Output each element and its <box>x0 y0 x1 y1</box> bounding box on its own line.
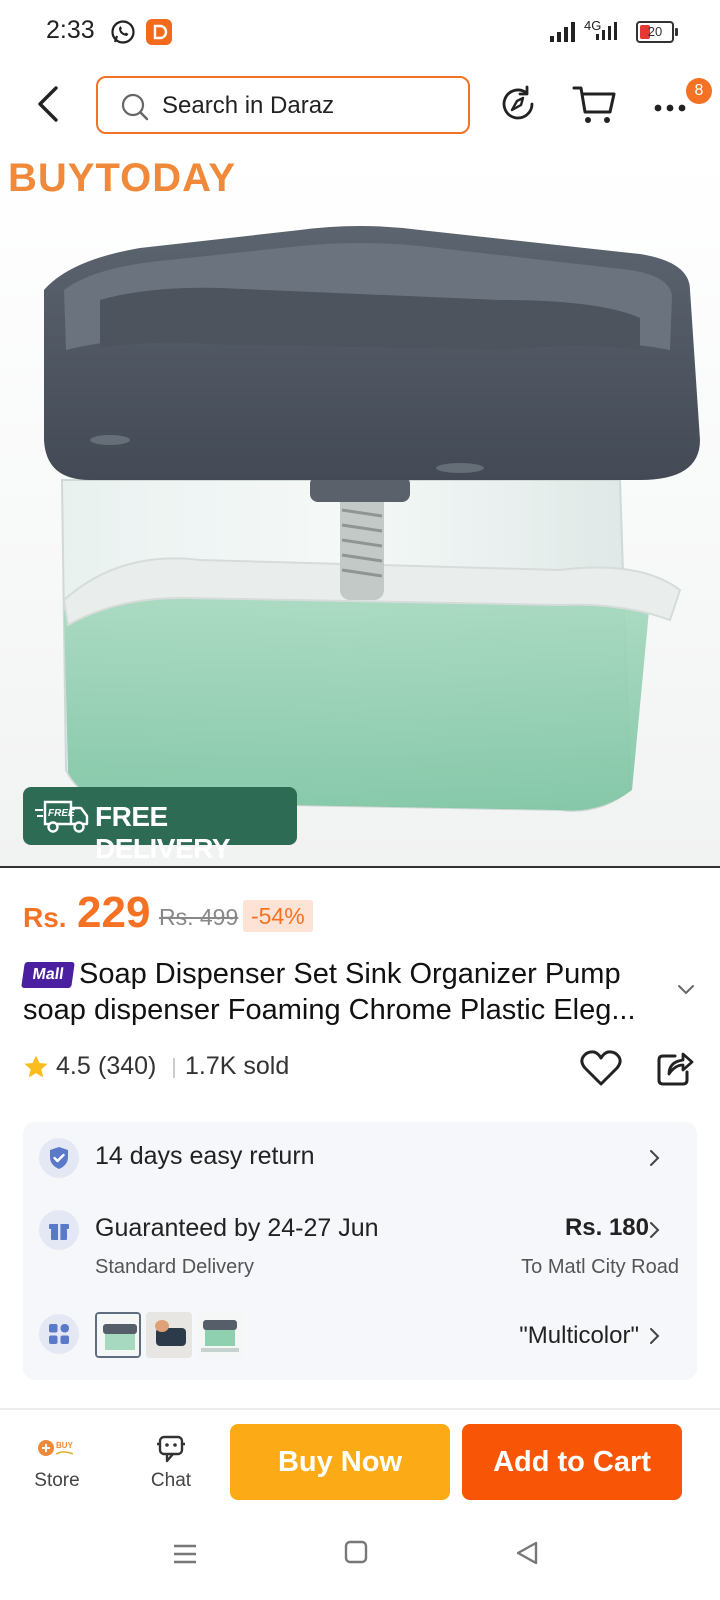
top-bar: 8 <box>0 72 720 136</box>
rating-value: 4.5 <box>56 1052 91 1080</box>
store-logo-text: BUY <box>56 1441 74 1450</box>
shipping-location: To Matl City Road <box>521 1256 679 1278</box>
price-currency: Rs. <box>23 902 67 933</box>
chevron-down-icon[interactable] <box>676 983 696 997</box>
network-4g-indicator: 4G <box>584 18 620 44</box>
delivery-row[interactable]: Guaranteed by 24-27 Jun Standard Deliver… <box>23 1194 697 1290</box>
truck-icon-text: FREE <box>48 808 75 819</box>
refresh-icon[interactable] <box>498 84 538 124</box>
mall-badge: Mall <box>21 962 75 988</box>
chevron-right-icon <box>650 1328 660 1344</box>
variants-icon <box>39 1314 79 1354</box>
back-arrow-icon[interactable] <box>30 82 70 126</box>
variant-selected: "Multicolor" <box>519 1322 639 1349</box>
notification-badge: 8 <box>686 78 712 104</box>
search-bar[interactable] <box>96 76 470 134</box>
cart-icon[interactable] <box>572 82 618 126</box>
star-icon <box>24 1055 48 1078</box>
review-count[interactable]: (340) <box>98 1052 156 1081</box>
delivery-guarantee: Guaranteed by 24-27 Jun <box>95 1214 379 1242</box>
search-icon <box>121 93 149 121</box>
return-policy-row[interactable]: 14 days easy return <box>23 1122 697 1194</box>
daraz-app-icon <box>146 19 172 45</box>
free-delivery-badge: FREE FREE DELIVERY <box>23 787 297 864</box>
home-icon[interactable] <box>344 1540 368 1564</box>
shipping-fee: Rs. 180 <box>564 1214 649 1241</box>
free-delivery-text: FREE DELIVERY <box>95 801 231 864</box>
nav-back-icon[interactable] <box>514 1540 540 1566</box>
product-image[interactable]: BUYTODAY FREE FREE DELIVERY <box>0 150 720 868</box>
variant-row[interactable]: "Multicolor" <box>23 1290 697 1380</box>
add-to-cart-button[interactable]: Add to Cart <box>462 1424 682 1500</box>
store-label: Store <box>34 1470 80 1491</box>
soap-dispenser-image <box>44 226 700 812</box>
rating-row: 4.5 (340) 1.7K sold <box>23 1050 703 1086</box>
price-current: 229 <box>77 888 151 937</box>
chevron-right-icon <box>650 1222 660 1238</box>
product-title[interactable]: Mall Soap Dispenser Set Sink Organizer Pu… <box>21 956 663 1028</box>
product-title-text: Soap Dispenser Set Sink Organizer Pump s… <box>23 958 636 1026</box>
signal-icon <box>550 22 575 42</box>
return-policy-text: 14 days easy return <box>95 1142 315 1170</box>
variant-thumbnail[interactable] <box>146 1312 192 1358</box>
system-nav-bar <box>0 1510 720 1600</box>
chat-label: Chat <box>150 1470 192 1491</box>
share-icon[interactable] <box>655 1048 695 1088</box>
chat-icon <box>157 1435 185 1463</box>
status-time: 2:33 <box>46 16 95 44</box>
variant-thumbnail[interactable] <box>197 1312 243 1358</box>
recent-apps-icon[interactable] <box>172 1542 198 1566</box>
brand-watermark: BUYTODAY <box>8 156 237 200</box>
whatsapp-icon <box>111 20 135 44</box>
shield-check-icon <box>39 1138 79 1178</box>
chat-button[interactable]: Chat <box>136 1430 206 1500</box>
status-bar: 2:33 4G 20 <box>0 0 720 64</box>
variant-thumbnail[interactable] <box>95 1312 141 1358</box>
price-original: Rs. 499 <box>159 904 239 930</box>
action-bar: BUY Store Chat Buy Now Add to Cart <box>0 1410 720 1510</box>
gift-icon <box>39 1210 79 1250</box>
battery-icon: 20 <box>636 21 678 43</box>
info-card: 14 days easy return Guaranteed by 24-27 … <box>23 1122 697 1380</box>
buy-now-button[interactable]: Buy Now <box>230 1424 450 1500</box>
delivery-type: Standard Delivery <box>95 1256 254 1278</box>
search-input[interactable] <box>162 88 452 124</box>
sold-count: 1.7K sold <box>185 1052 290 1080</box>
divider <box>0 866 720 868</box>
heart-icon[interactable] <box>579 1048 623 1088</box>
discount-badge: -54% <box>243 900 313 932</box>
separator <box>173 1058 175 1078</box>
truck-icon: FREE <box>35 800 89 833</box>
store-logo-icon: BUY <box>38 1440 74 1456</box>
chevron-right-icon <box>650 1150 660 1166</box>
store-button[interactable]: BUY Store <box>22 1430 92 1500</box>
